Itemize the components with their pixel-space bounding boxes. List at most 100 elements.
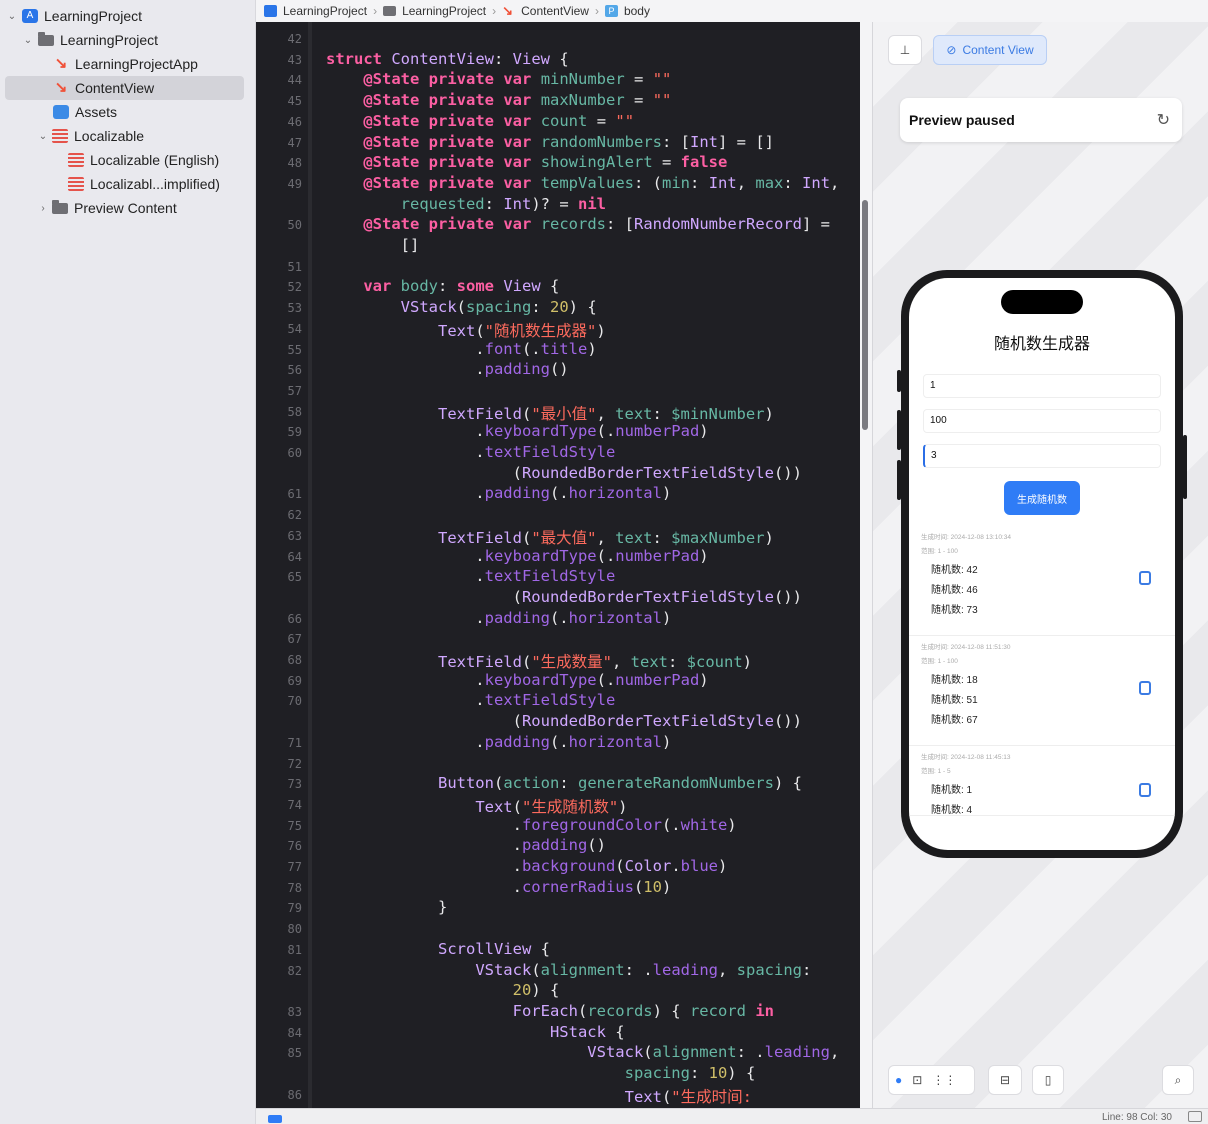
code-line[interactable]: var body: some View { <box>326 277 559 295</box>
zoom-button[interactable]: ⌕ <box>1162 1065 1194 1095</box>
code-line[interactable]: @State private var records: [RandomNumbe… <box>326 215 830 233</box>
swift-file-icon: ↘ <box>54 55 68 72</box>
nav-file-localizable-chinese[interactable]: Localizabl...implified) <box>0 172 256 196</box>
code-line[interactable]: TextField("生成数量", text: $count) <box>326 650 752 672</box>
code-line[interactable]: HStack { <box>326 1023 625 1041</box>
nav-label: Localizabl...implified) <box>90 176 220 192</box>
selectable-mode-icon[interactable]: ⊡ <box>912 1073 922 1087</box>
editor-scrollbar[interactable] <box>862 200 868 430</box>
nav-project-root[interactable]: ⌄ A LearningProject <box>0 4 256 28</box>
live-mode-icon[interactable]: ● <box>895 1073 902 1087</box>
code-line[interactable]: .keyboardType(.numberPad) <box>326 422 708 440</box>
code-line[interactable]: (RoundedBorderTextFieldStyle()) <box>326 464 802 482</box>
copy-icon[interactable] <box>1139 681 1151 695</box>
refresh-icon[interactable]: ↻ <box>1157 110 1170 130</box>
record-value: 随机数: 51 <box>931 695 978 706</box>
strings-file-icon <box>52 129 68 143</box>
code-line[interactable]: VStack(alignment: .leading, spacing: <box>326 961 811 979</box>
nav-file-localizable-english[interactable]: Localizable (English) <box>0 148 256 172</box>
code-line[interactable]: Text("随机数生成器") <box>326 319 606 341</box>
line-number: 69 <box>287 673 302 688</box>
copy-icon[interactable] <box>1139 783 1151 797</box>
nav-group-learningproject[interactable]: ⌄ LearningProject <box>0 28 256 52</box>
code-line[interactable]: requested: Int)? = nil <box>326 195 606 213</box>
volume-up-button <box>897 410 901 450</box>
variants-icon[interactable]: ⋮⋮ <box>932 1073 956 1087</box>
code-line[interactable]: .textFieldStyle <box>326 691 615 709</box>
breadcrumb-file[interactable]: ↘ ContentView › <box>502 4 599 18</box>
nav-label: Assets <box>75 104 118 120</box>
record-value: 随机数: 42 <box>931 565 978 576</box>
content-view-button[interactable]: ⊘ Content View <box>933 35 1047 65</box>
code-line[interactable]: TextField("最大值", text: $maxNumber) <box>326 526 774 548</box>
max-field[interactable]: 100 <box>923 409 1161 433</box>
code-line[interactable]: .padding(.horizontal) <box>326 609 671 627</box>
chevron-right-icon[interactable]: › <box>37 203 49 214</box>
code-line[interactable]: @State private var showingAlert = false <box>326 153 727 171</box>
code-line[interactable]: .cornerRadius(10) <box>326 878 672 896</box>
code-line[interactable]: TextField("最小值", text: $minNumber) <box>326 402 774 424</box>
nav-file-learningprojectapp[interactable]: ↘ LearningProjectApp <box>0 52 256 76</box>
nav-group-preview-content[interactable]: › Preview Content <box>0 196 256 220</box>
code-line[interactable]: .foregroundColor(.white) <box>326 816 737 834</box>
code-line[interactable]: .padding(.horizontal) <box>326 733 671 751</box>
panel-toggle-icon[interactable] <box>1188 1111 1202 1122</box>
breadcrumb-group[interactable]: LearningProject › <box>383 4 496 18</box>
code-line[interactable]: .keyboardType(.numberPad) <box>326 547 708 565</box>
code-line[interactable]: @State private var count = "" <box>326 112 634 130</box>
code-line[interactable]: .keyboardType(.numberPad) <box>326 671 708 689</box>
generate-button[interactable]: 生成随机数 <box>1004 481 1080 515</box>
code-line[interactable]: @State private var minNumber = "" <box>326 70 671 88</box>
code-line[interactable]: Text("生成时间: <box>326 1085 752 1107</box>
code-line[interactable]: Button(action: generateRandomNumbers) { <box>326 774 802 792</box>
code-line[interactable]: (RoundedBorderTextFieldStyle()) <box>326 712 802 730</box>
line-number: 67 <box>287 632 302 647</box>
code-line[interactable]: .padding(.horizontal) <box>326 484 671 502</box>
code-line[interactable]: } <box>326 898 447 916</box>
chevron-down-icon[interactable]: ⌄ <box>37 131 49 142</box>
nav-file-contentview[interactable]: ↘ ContentView <box>0 76 256 100</box>
record-item[interactable]: 生成时间: 2024-12-08 11:51:30 范围: 1 - 100 随机数:… <box>909 636 1175 746</box>
code-line[interactable]: VStack(alignment: .leading, <box>326 1043 839 1061</box>
code-line[interactable]: @State private var maxNumber = "" <box>326 91 671 109</box>
device-picker-button[interactable]: ▯ <box>1032 1065 1064 1095</box>
record-item[interactable]: 生成时间: 2024-12-08 11:45:13 范围: 1 - 5 随机数: 1… <box>909 746 1175 816</box>
chevron-down-icon[interactable]: ⌄ <box>22 35 34 46</box>
breadcrumb-project[interactable]: LearningProject › <box>264 4 377 18</box>
code-line[interactable]: @State private var tempValues: (min: Int… <box>326 174 839 192</box>
record-time: 生成时间: 2024-12-08 11:45:13 <box>921 754 1011 761</box>
count-field[interactable]: 3 <box>923 444 1161 468</box>
code-line[interactable]: Text("生成随机数") <box>326 795 627 817</box>
code-line[interactable]: 20) { <box>326 981 560 999</box>
record-item[interactable]: 生成时间: 2024-12-08 13:10:34 范围: 1 - 100 随机数:… <box>909 526 1175 636</box>
device-settings-button[interactable]: ⊟ <box>988 1065 1022 1095</box>
breadcrumb-symbol[interactable]: P body <box>604 4 650 18</box>
copy-icon[interactable] <box>1139 571 1151 585</box>
code-line[interactable]: .padding() <box>326 360 568 378</box>
line-number: 76 <box>287 839 302 854</box>
code-line[interactable]: .font(.title) <box>326 340 596 358</box>
nav-file-assets[interactable]: Assets <box>0 100 256 124</box>
code-editor[interactable]: 42 43 44 45 46 47 48 49 50 51 52 53 54 55 56 57 58 59 60 61… <box>256 22 860 1108</box>
pin-preview-button[interactable]: ⊥ <box>888 35 922 65</box>
chevron-down-icon[interactable]: ⌄ <box>6 11 18 22</box>
code-line[interactable]: (RoundedBorderTextFieldStyle()) <box>326 588 802 606</box>
code-line[interactable]: .background(Color.blue) <box>326 857 728 875</box>
min-field[interactable]: 1 <box>923 374 1161 398</box>
code-line[interactable]: spacing: 10) { <box>326 1064 756 1082</box>
line-number: 47 <box>287 135 302 150</box>
code-line[interactable]: [] <box>326 236 420 254</box>
nav-label: Localizable (English) <box>90 152 220 168</box>
code-line[interactable]: .textFieldStyle <box>326 443 615 461</box>
breadcrumb-label: LearningProject <box>283 4 368 18</box>
code-line[interactable]: VStack(spacing: 20) { <box>326 298 597 316</box>
code-line[interactable]: struct ContentView: View { <box>326 50 569 68</box>
code-line[interactable]: ForEach(records) { record in <box>326 1002 774 1020</box>
code-line[interactable]: .padding() <box>326 836 606 854</box>
code-line[interactable]: @State private var randomNumbers: [Int] … <box>326 133 774 151</box>
code-line[interactable]: ScrollView { <box>326 940 550 958</box>
code-line[interactable]: .textFieldStyle <box>326 567 615 585</box>
nav-group-localizable[interactable]: ⌄ Localizable <box>0 124 256 148</box>
status-bar: Line: 98 Col: 30 <box>256 1108 1208 1124</box>
line-number: 84 <box>287 1025 302 1040</box>
